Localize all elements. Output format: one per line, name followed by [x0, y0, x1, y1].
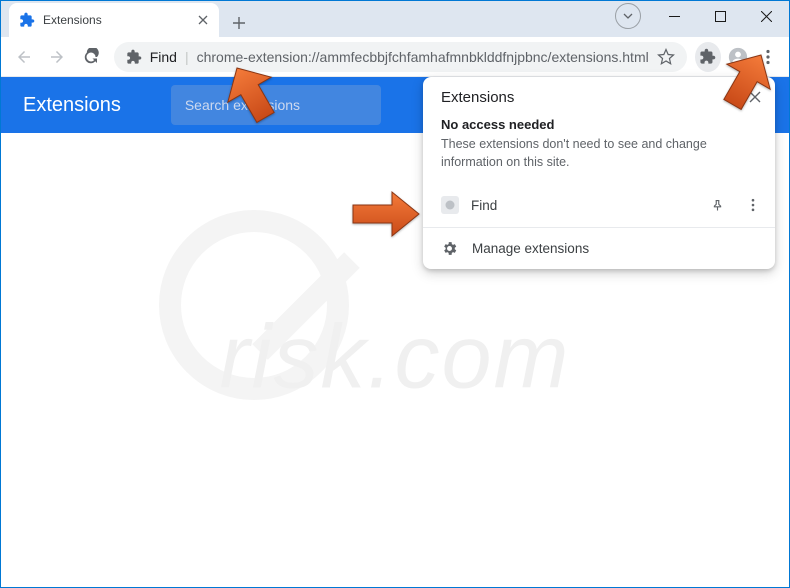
tab-search-button[interactable] [615, 3, 641, 29]
close-icon [198, 15, 208, 25]
arrow-right-icon [48, 48, 66, 66]
popup-close-button[interactable] [745, 87, 765, 107]
dots-vertical-icon [760, 49, 776, 65]
pin-icon [710, 198, 725, 213]
minimize-button[interactable] [651, 1, 697, 31]
back-button[interactable] [9, 40, 39, 74]
address-separator: | [185, 49, 189, 65]
watermark-text: risk.com [220, 306, 571, 409]
address-bar[interactable]: Find | chrome-extension://ammfecbbjfchfa… [114, 42, 687, 72]
address-extension-name: Find [150, 49, 177, 65]
maximize-button[interactable] [697, 1, 743, 31]
address-url: chrome-extension://ammfecbbjfchfamhafmnb… [197, 49, 649, 65]
gear-icon [441, 240, 458, 257]
forward-button[interactable] [43, 40, 73, 74]
dots-vertical-icon [746, 198, 760, 212]
extensions-toolbar-button[interactable] [695, 42, 721, 72]
titlebar: Extensions [1, 1, 789, 37]
close-icon [749, 91, 761, 103]
popup-title: Extensions [441, 89, 745, 106]
page-title: Extensions [23, 94, 121, 117]
extension-favicon-icon [441, 196, 459, 214]
search-placeholder: Search extensions [185, 97, 300, 113]
window-controls [615, 1, 789, 37]
popup-section-title: No access needed [441, 117, 757, 132]
page-content: Extensions Search extensions risk.com Ex… [1, 77, 789, 587]
pin-extension-button[interactable] [705, 193, 729, 217]
tab-title: Extensions [43, 13, 195, 27]
search-extensions-input[interactable]: Search extensions [171, 85, 381, 125]
popup-extension-row[interactable]: Find [423, 185, 775, 227]
arrow-left-icon [15, 48, 33, 66]
popup-section-desc: These extensions don't need to see and c… [441, 136, 757, 171]
chevron-down-icon [623, 13, 633, 19]
profile-icon [728, 47, 748, 67]
tab-favicon-puzzle-icon [19, 12, 35, 28]
window-close-button[interactable] [743, 1, 789, 31]
popup-extension-name: Find [471, 198, 693, 213]
watermark-logo [159, 210, 349, 400]
manage-extensions-button[interactable]: Manage extensions [423, 228, 775, 269]
reload-icon [82, 48, 100, 66]
plus-icon [232, 16, 246, 30]
new-tab-button[interactable] [225, 9, 253, 37]
puzzle-icon [699, 48, 716, 65]
browser-tab[interactable]: Extensions [9, 3, 219, 37]
tab-close-button[interactable] [195, 12, 211, 28]
extensions-popup: Extensions No access needed These extens… [423, 77, 775, 269]
bookmark-star-icon[interactable] [657, 48, 675, 66]
close-icon [761, 11, 772, 22]
toolbar: Find | chrome-extension://ammfecbbjfchfa… [1, 37, 789, 77]
reload-button[interactable] [76, 40, 106, 74]
manage-extensions-label: Manage extensions [472, 241, 589, 256]
extension-puzzle-icon [126, 49, 142, 65]
maximize-icon [715, 11, 726, 22]
extension-more-button[interactable] [741, 193, 765, 217]
profile-button[interactable] [725, 42, 751, 72]
chrome-menu-button[interactable] [755, 42, 781, 72]
minimize-icon [669, 11, 680, 22]
